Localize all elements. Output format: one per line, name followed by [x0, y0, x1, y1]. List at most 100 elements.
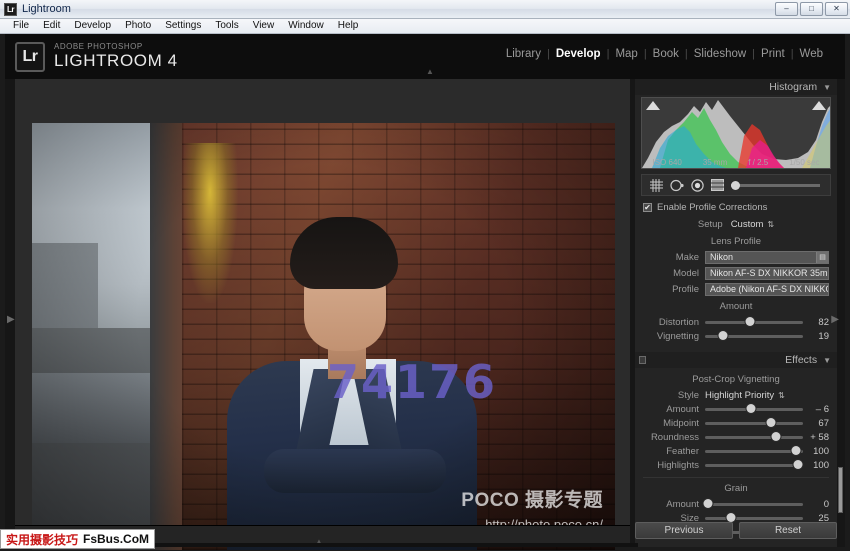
- histogram-panel-header[interactable]: Histogram ▼: [635, 79, 837, 95]
- enable-profile-corrections-label: Enable Profile Corrections: [657, 201, 768, 213]
- feather-slider-row[interactable]: Feather 100: [643, 444, 829, 458]
- menu-edit[interactable]: Edit: [36, 19, 67, 33]
- midpoint-slider-knob[interactable]: [766, 417, 776, 427]
- right-panel-scrollbar[interactable]: [838, 467, 843, 513]
- make-row[interactable]: Make Nikon ▤: [643, 250, 829, 264]
- image-preview-area: 74176 POCO 摄影专题 http://photo.poco.cn/ Y …: [15, 79, 630, 550]
- minimize-button[interactable]: –: [775, 2, 798, 16]
- metadata-shutter-speed: 1/50 sec: [789, 158, 820, 167]
- roundness-slider-track[interactable]: [705, 431, 803, 441]
- amount-slider-row[interactable]: Amount – 6: [643, 402, 829, 416]
- setup-value[interactable]: Custom: [731, 219, 764, 230]
- enable-profile-corrections-row[interactable]: ✔ Enable Profile Corrections: [643, 200, 829, 214]
- maximize-button[interactable]: □: [800, 2, 823, 16]
- style-row[interactable]: Style Highlight Priority ⇅: [643, 388, 829, 402]
- distortion-value: 82: [818, 316, 829, 328]
- module-print[interactable]: Print: [755, 48, 791, 60]
- adjustment-brush-slider[interactable]: [731, 180, 820, 190]
- effects-panel-header[interactable]: Effects ▼: [635, 352, 837, 368]
- module-develop[interactable]: Develop: [550, 48, 607, 60]
- grain-amount-slider-row[interactable]: Amount 0: [643, 497, 829, 511]
- roundness-slider-row[interactable]: Roundness + 58: [643, 430, 829, 444]
- app-root: Lr Lightroom – □ ✕ File Edit Develop Pho…: [0, 0, 850, 551]
- metadata-aperture: f / 2.5: [748, 158, 769, 167]
- close-button[interactable]: ✕: [825, 2, 848, 16]
- chevron-updown-icon[interactable]: ⇅: [767, 220, 774, 229]
- module-library[interactable]: Library: [500, 48, 547, 60]
- grain-size-slider-track[interactable]: [705, 512, 803, 522]
- distortion-slider-row[interactable]: Distortion 82: [643, 315, 829, 329]
- shadow-clipping-icon[interactable]: [646, 101, 660, 110]
- module-slideshow[interactable]: Slideshow: [688, 48, 752, 60]
- distortion-slider-knob[interactable]: [745, 316, 755, 326]
- graduated-filter-icon[interactable]: [711, 179, 724, 191]
- chevron-down-icon[interactable]: ▼: [823, 356, 831, 365]
- grain-amount-slider-knob[interactable]: [703, 498, 713, 508]
- lightroom-logo-icon: Lr: [15, 41, 45, 72]
- model-value: Nikon AF-S DX NIKKOR 35mm...: [710, 268, 828, 278]
- reset-button[interactable]: Reset: [739, 522, 837, 539]
- spot-removal-icon[interactable]: [670, 179, 684, 192]
- chevron-updown-icon[interactable]: ⇅: [778, 391, 785, 400]
- effects-title: Effects: [785, 354, 818, 366]
- brush-slider-knob[interactable]: [731, 180, 740, 190]
- highlights-slider-knob[interactable]: [793, 459, 803, 469]
- make-field[interactable]: Nikon ▤: [705, 250, 829, 264]
- menu-photo[interactable]: Photo: [118, 19, 158, 33]
- distortion-slider-track[interactable]: [705, 316, 803, 326]
- amount-slider-track[interactable]: [705, 403, 803, 413]
- module-book[interactable]: Book: [647, 48, 685, 60]
- roundness-slider-knob[interactable]: [771, 431, 781, 441]
- menu-view[interactable]: View: [246, 19, 282, 33]
- feather-slider-knob[interactable]: [791, 445, 801, 455]
- menu-file[interactable]: File: [6, 19, 36, 33]
- vignetting-slider-knob[interactable]: [718, 330, 728, 340]
- grain-amount-value: 0: [823, 498, 829, 510]
- make-dropdown-icon[interactable]: ▤: [816, 251, 828, 263]
- highlight-clipping-icon[interactable]: [812, 101, 826, 110]
- menu-help[interactable]: Help: [331, 19, 366, 33]
- menu-window[interactable]: Window: [281, 19, 331, 33]
- menu-settings[interactable]: Settings: [158, 19, 208, 33]
- model-row[interactable]: Model Nikon AF-S DX NIKKOR 35mm... ▤: [643, 266, 829, 280]
- menu-develop[interactable]: Develop: [67, 19, 118, 33]
- grain-amount-label: Amount: [666, 498, 699, 510]
- module-web[interactable]: Web: [794, 48, 829, 60]
- highlights-value: 100: [813, 459, 829, 471]
- grain-amount-slider-track[interactable]: [703, 498, 803, 508]
- setup-row[interactable]: Setup Custom ⇅: [643, 217, 829, 231]
- metadata-iso: ISO 640: [652, 158, 682, 167]
- effects-panel-toggle-icon[interactable]: [639, 356, 646, 364]
- midpoint-slider-track[interactable]: [705, 417, 803, 427]
- checkbox-icon[interactable]: ✔: [643, 202, 652, 212]
- top-panel-grip[interactable]: ▲: [423, 68, 437, 76]
- midpoint-label: Midpoint: [663, 417, 699, 429]
- profile-field[interactable]: Adobe (Nikon AF-S DX NIKKO... ▤: [705, 282, 829, 296]
- brand-text: ADOBE PHOTOSHOP LIGHTROOM 4: [54, 42, 178, 69]
- profile-row[interactable]: Profile Adobe (Nikon AF-S DX NIKKO... ▤: [643, 282, 829, 296]
- histogram-graph[interactable]: ISO 640 35 mm f / 2.5 1/50 sec: [641, 97, 831, 169]
- highlights-slider-track[interactable]: [705, 459, 803, 469]
- window-icon: Lr: [4, 2, 17, 16]
- module-map[interactable]: Map: [609, 48, 643, 60]
- crop-overlay-icon[interactable]: [650, 178, 663, 192]
- style-value[interactable]: Highlight Priority: [705, 390, 774, 401]
- identity-plate[interactable]: Lr ADOBE PHOTOSHOP LIGHTROOM 4: [15, 41, 178, 72]
- chevron-down-icon[interactable]: ▼: [823, 83, 831, 92]
- amount-slider-knob[interactable]: [746, 403, 756, 413]
- photo-canvas[interactable]: 74176 POCO 摄影专题 http://photo.poco.cn/: [32, 123, 615, 550]
- midpoint-slider-row[interactable]: Midpoint 67: [643, 416, 829, 430]
- watermark-poco: POCO 摄影专题: [461, 490, 603, 511]
- model-field[interactable]: Nikon AF-S DX NIKKOR 35mm... ▤: [705, 266, 829, 280]
- left-panel-toggle-icon[interactable]: ▶: [7, 314, 15, 325]
- menu-tools[interactable]: Tools: [208, 19, 245, 33]
- highlights-slider-row[interactable]: Highlights 100: [643, 458, 829, 472]
- vignetting-slider-track[interactable]: [705, 330, 803, 340]
- grain-size-slider-knob[interactable]: [726, 512, 736, 522]
- histogram-title: Histogram: [769, 81, 818, 93]
- red-eye-icon[interactable]: [691, 178, 704, 192]
- vignetting-slider-row[interactable]: Vignetting 19: [643, 329, 829, 343]
- right-panel-toggle-icon[interactable]: ▶: [831, 314, 839, 325]
- feather-slider-track[interactable]: [705, 445, 803, 455]
- previous-button[interactable]: Previous: [635, 522, 733, 539]
